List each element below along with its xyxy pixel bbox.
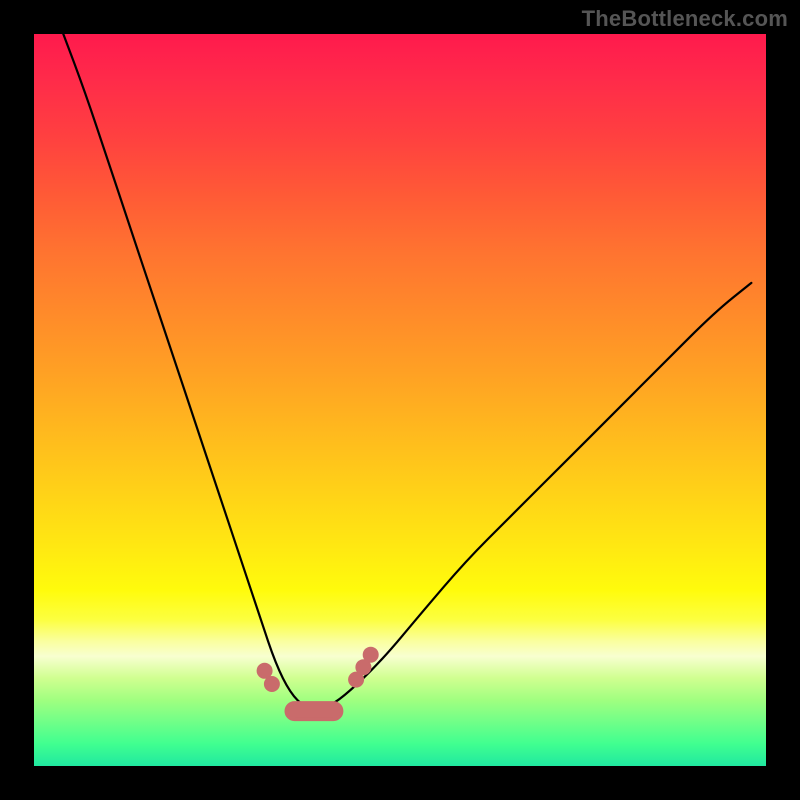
chart-svg: [34, 34, 766, 766]
marker-dot: [363, 647, 379, 663]
watermark-text: TheBottleneck.com: [582, 6, 788, 32]
marker-dot: [264, 676, 280, 692]
marker-flat-segment: [287, 703, 342, 719]
plot-area: [34, 34, 766, 766]
right-curve: [316, 283, 752, 711]
left-curve: [63, 34, 315, 711]
chart-container: TheBottleneck.com: [0, 0, 800, 800]
